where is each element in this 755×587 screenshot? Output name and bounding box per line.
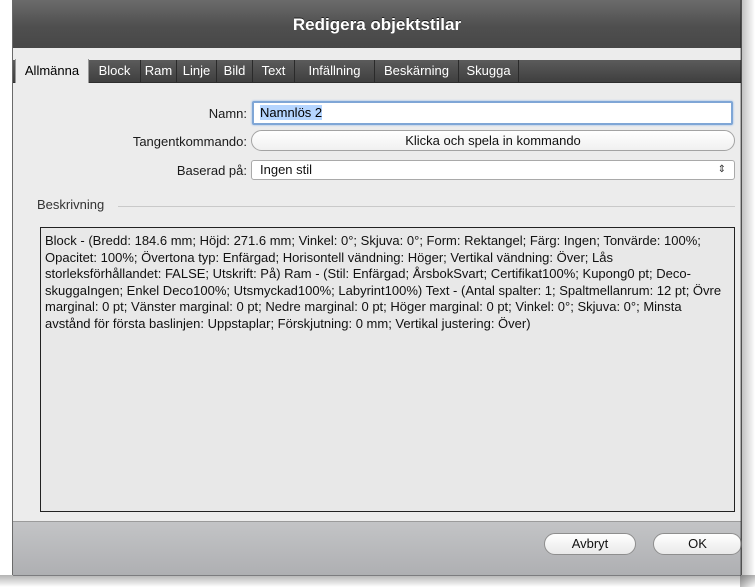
dialog-window: Redigera objektstilar Allmänna Block Ram…: [12, 0, 742, 576]
description-label: Beskrivning: [37, 197, 105, 212]
tab-ram[interactable]: Ram: [141, 60, 177, 82]
tab-allmanna[interactable]: Allmänna: [15, 59, 89, 83]
tab-strip: Allmänna Block Ram Linje Bild Text Infäl…: [13, 59, 741, 83]
tab-text[interactable]: Text: [253, 60, 295, 82]
name-label: Namn:: [208, 106, 247, 121]
window-shadow-right: [740, 0, 755, 587]
title-bar[interactable]: Redigera objektstilar: [13, 0, 741, 48]
based-on-select[interactable]: Ingen stil ⇕: [251, 160, 735, 180]
tab-skugga[interactable]: Skugga: [459, 60, 519, 82]
shortcut-label: Tangentkommando:: [132, 134, 247, 149]
tab-block[interactable]: Block: [89, 60, 141, 82]
based-on-label: Baserad på:: [176, 163, 247, 178]
window-shadow-bottom: [0, 575, 755, 587]
name-input[interactable]: Namnlös 2: [252, 101, 733, 125]
description-text[interactable]: Block - (Bredd: 184.6 mm; Höjd: 271.6 mm…: [40, 227, 735, 512]
tab-beskarning[interactable]: Beskärning: [375, 60, 459, 82]
ok-button[interactable]: OK: [653, 533, 742, 555]
cancel-button[interactable]: Avbryt: [544, 533, 636, 555]
description-divider: [118, 206, 735, 207]
based-on-value: Ingen stil: [260, 162, 313, 177]
tab-infallning[interactable]: Infällning: [295, 60, 375, 82]
select-arrows-icon: ⇕: [717, 164, 726, 175]
tab-linje[interactable]: Linje: [177, 60, 217, 82]
name-input-value: Namnlös 2: [260, 105, 323, 120]
tab-bild[interactable]: Bild: [217, 60, 253, 82]
record-shortcut-button[interactable]: Klicka och spela in kommando: [251, 130, 735, 151]
window-title: Redigera objektstilar: [292, 15, 462, 34]
